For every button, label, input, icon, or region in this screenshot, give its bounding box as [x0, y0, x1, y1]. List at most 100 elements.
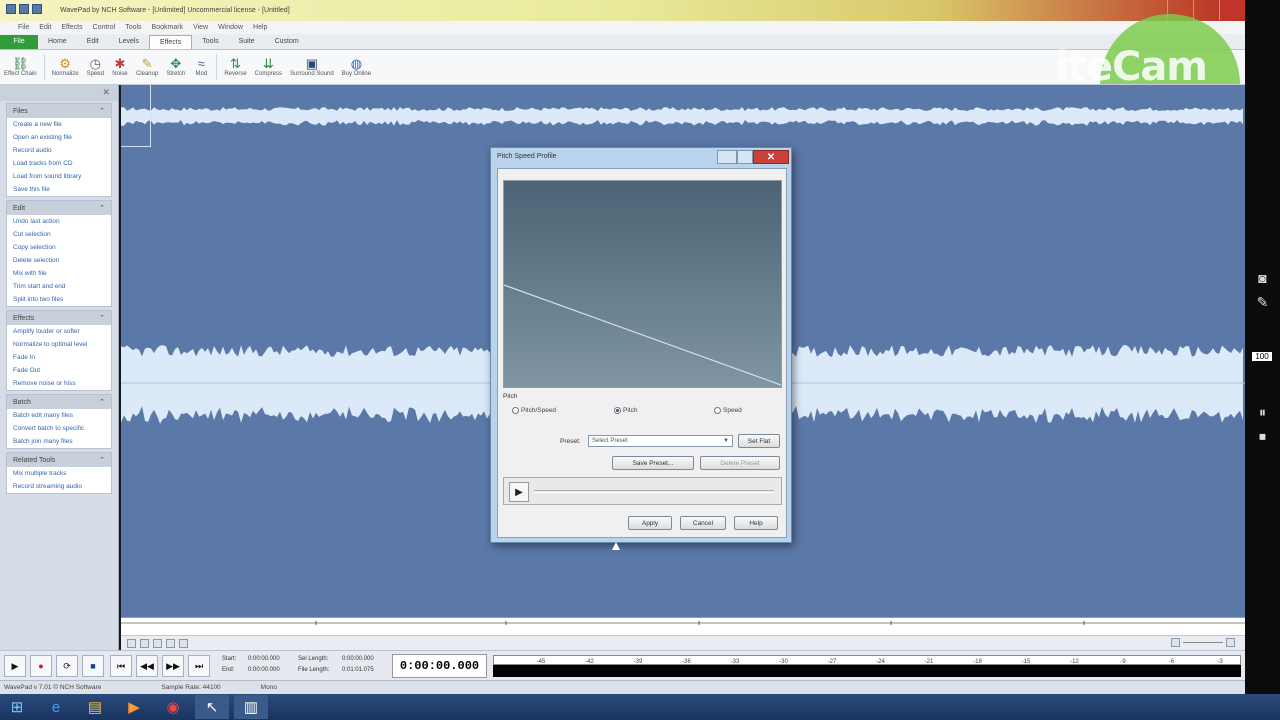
apply-button[interactable]: Apply [628, 516, 672, 530]
sidebar-link[interactable]: Fade In [7, 351, 111, 364]
record-button[interactable]: ● [30, 655, 52, 677]
stop-icon[interactable]: ⏹ [1245, 428, 1280, 445]
preview-play-button[interactable]: ▶ [509, 482, 529, 502]
menu-tools[interactable]: Tools [125, 24, 141, 31]
tab-edit[interactable]: Edit [77, 35, 109, 49]
chrome-icon[interactable]: ◉ [156, 695, 190, 719]
sidebar-link[interactable]: Normalize to optimal level [7, 338, 111, 351]
dialog-maximize-button[interactable] [737, 150, 753, 164]
surround-sound-button[interactable]: ▣ Surround Sound [286, 51, 338, 83]
buy-online-button[interactable]: ◍ Buy Online [338, 51, 375, 83]
sidebar-link[interactable]: Record audio [7, 144, 111, 157]
effect-chain-button[interactable]: ⛓ Effect Chain [0, 51, 41, 83]
loop-button[interactable]: ⟳ [56, 655, 78, 677]
dialog-close-button[interactable]: ✕ [753, 150, 789, 164]
quick-access-toolbar[interactable] [6, 4, 42, 14]
select-icon[interactable] [140, 638, 149, 648]
delete-preset-button[interactable]: Delete Preset [700, 456, 780, 470]
sidebar-link[interactable]: Batch edit many files [7, 409, 111, 422]
cleanup-button[interactable]: ✎ Cleanup [132, 51, 162, 83]
menu-help[interactable]: Help [253, 24, 267, 31]
wavepad-icon[interactable]: ▥ [234, 695, 268, 719]
bookmark-icon[interactable] [166, 638, 175, 648]
pen-icon[interactable]: ✎ [1245, 294, 1280, 311]
sidebar-link[interactable]: Cut selection [7, 228, 111, 241]
zoom-slider[interactable] [1183, 642, 1223, 643]
menu-edit[interactable]: Edit [39, 24, 51, 31]
sidebar-link[interactable]: Batch join many files [7, 435, 111, 448]
sidebar-link[interactable]: Split into two files [7, 293, 111, 306]
sidebar-link[interactable]: Trim start and end [7, 280, 111, 293]
tab-home[interactable]: Home [38, 35, 77, 49]
sidebar-link[interactable]: Convert batch to specific [7, 422, 111, 435]
preview-seek-bar[interactable] [534, 490, 774, 493]
sidebar-link[interactable]: Delete selection [7, 254, 111, 267]
speed-button[interactable]: ◷ Speed [83, 51, 108, 83]
snap-icon[interactable] [127, 638, 136, 648]
sidebar-link[interactable]: Load from sound library [7, 170, 111, 183]
media-player-icon[interactable]: ▶ [117, 695, 151, 719]
menu-file[interactable]: File [18, 24, 29, 31]
save-preset-button[interactable]: Save Preset... [612, 456, 694, 470]
sidebar-link[interactable]: Load tracks from CD [7, 157, 111, 170]
tab-levels[interactable]: Levels [109, 35, 149, 49]
pitch-profile-graph[interactable] [503, 180, 782, 388]
sidebar-link[interactable]: Record streaming audio [7, 480, 111, 493]
marker-icon[interactable] [179, 638, 188, 648]
ie-icon[interactable]: e [39, 695, 73, 719]
fast-forward-button[interactable]: ▶▶ [162, 655, 184, 677]
close-button[interactable] [1219, 0, 1245, 20]
radio-speed[interactable]: Speed [714, 407, 742, 414]
menu-effects[interactable]: Effects [61, 24, 82, 31]
menu-view[interactable]: View [193, 24, 208, 31]
zoom-out-icon[interactable] [1171, 638, 1180, 647]
grid-icon[interactable] [153, 638, 162, 648]
compress-button[interactable]: ⇊ Compress [251, 51, 286, 83]
menu-bookmark[interactable]: Bookmark [152, 24, 184, 31]
sidebar-link[interactable]: Mix with file [7, 267, 111, 280]
sidebar-link[interactable]: Save this file [7, 183, 111, 196]
save-icon[interactable] [6, 4, 16, 14]
rewind-button[interactable]: ◀◀ [136, 655, 158, 677]
dialog-minimize-button[interactable] [717, 150, 737, 164]
stretch-button[interactable]: ✥ Stretch [162, 51, 189, 83]
sidebar-link[interactable]: Create a new file [7, 118, 111, 131]
zoom-in-icon[interactable] [1226, 638, 1235, 647]
menu-window[interactable]: Window [218, 24, 243, 31]
collapse-icon[interactable]: ⌃ [99, 456, 105, 464]
tab-suite[interactable]: Suite [229, 35, 265, 49]
collapse-icon[interactable]: ⌃ [99, 314, 105, 322]
tab-file[interactable]: File [0, 35, 38, 49]
normalize-button[interactable]: ⚙ Normalize [48, 51, 83, 83]
noise-button[interactable]: ✱ Noise [108, 51, 132, 83]
pause-icon[interactable]: ⏸ [1245, 404, 1280, 421]
sidebar-link[interactable]: Fade Out [7, 364, 111, 377]
collapse-icon[interactable]: ⌃ [99, 398, 105, 406]
sidebar-link[interactable]: Undo last action [7, 215, 111, 228]
stop-button[interactable]: ■ [82, 655, 104, 677]
sidebar-link[interactable]: Remove noise or hiss [7, 377, 111, 390]
sidebar-link[interactable]: Mix multiple tracks [7, 467, 111, 480]
tab-effects[interactable]: Effects [148, 35, 193, 49]
tab-custom[interactable]: Custom [265, 35, 309, 49]
camera-icon[interactable]: ◙ [1245, 270, 1280, 286]
cancel-button[interactable]: Cancel [680, 516, 726, 530]
preset-select[interactable]: Select Preset ▼ [588, 435, 733, 447]
explorer-icon[interactable]: ▤ [78, 695, 112, 719]
go-end-button[interactable]: ⏭ [188, 655, 210, 677]
collapse-icon[interactable]: ⌃ [99, 107, 105, 115]
cursor-app-icon[interactable]: ↖ [195, 695, 229, 719]
collapse-icon[interactable]: ⌃ [99, 204, 105, 212]
start-button[interactable]: ⊞ [0, 695, 34, 719]
radio-pitch[interactable]: Pitch [614, 407, 637, 414]
set-flat-button[interactable]: Set Flat [738, 434, 780, 448]
menu-control[interactable]: Control [93, 24, 116, 31]
sidebar-link[interactable]: Open an existing file [7, 131, 111, 144]
tab-tools[interactable]: Tools [192, 35, 228, 49]
go-start-button[interactable]: ⏮ [110, 655, 132, 677]
maximize-button[interactable] [1193, 0, 1219, 20]
close-icon[interactable]: ✕ [102, 87, 110, 98]
undo-icon[interactable] [19, 4, 29, 14]
redo-icon[interactable] [32, 4, 42, 14]
mod-button[interactable]: ≈ Mod [189, 51, 213, 83]
